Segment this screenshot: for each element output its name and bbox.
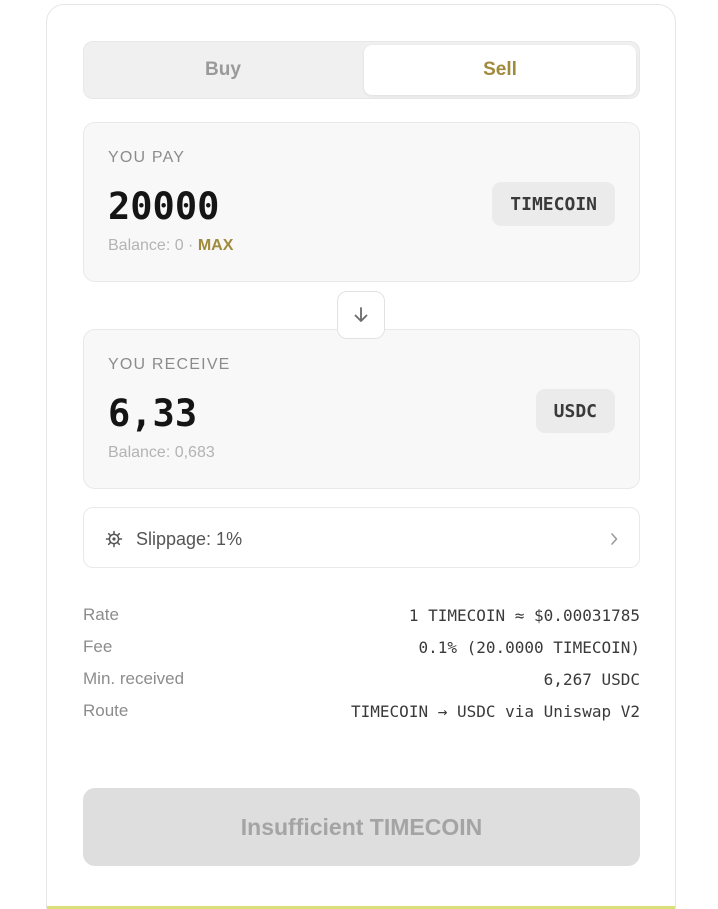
detail-value: TIMECOIN → USDC via Uniswap V2 bbox=[351, 702, 640, 721]
detail-value: 6,267 USDC bbox=[543, 670, 640, 689]
receive-token-selector[interactable]: USDC bbox=[535, 389, 615, 433]
pay-balance-text: Balance: 0 · bbox=[108, 237, 198, 254]
detail-key: Route bbox=[83, 701, 129, 720]
swap-card: Buy Sell YOU PAY 20000 TIMECOIN Balance:… bbox=[46, 4, 676, 909]
slippage-settings[interactable]: Slippage: 1% bbox=[83, 507, 640, 568]
detail-row-rate: Rate 1 TIMECOIN ≈ $0.00031785 bbox=[83, 603, 640, 635]
gear-icon bbox=[105, 530, 123, 548]
detail-row-fee: Fee 0.1% (20.0000 TIMECOIN) bbox=[83, 635, 640, 667]
detail-value: 1 TIMECOIN ≈ $0.00031785 bbox=[408, 606, 640, 625]
pay-balance: Balance: 0 · MAX bbox=[108, 237, 233, 255]
submit-swap-button[interactable]: Insufficient TIMECOIN bbox=[83, 788, 640, 866]
chevron-right-icon bbox=[611, 533, 618, 545]
slippage-label: Slippage: 1% bbox=[136, 529, 243, 549]
detail-value: 0.1% (20.0000 TIMECOIN) bbox=[418, 638, 640, 657]
detail-key: Min. received bbox=[83, 669, 185, 688]
arrow-down-icon bbox=[354, 307, 368, 322]
pay-label: YOU PAY bbox=[108, 149, 186, 166]
buy-sell-toggle: Buy Sell bbox=[83, 41, 640, 99]
detail-key: Fee bbox=[83, 637, 113, 656]
pay-panel: YOU PAY 20000 TIMECOIN Balance: 0 · MAX bbox=[83, 122, 640, 282]
pay-amount-input[interactable]: 20000 bbox=[108, 185, 219, 228]
detail-row-route: Route TIMECOIN → USDC via Uniswap V2 bbox=[83, 699, 640, 731]
receive-label: YOU RECEIVE bbox=[108, 356, 231, 373]
detail-key: Rate bbox=[83, 605, 119, 624]
max-button[interactable]: MAX bbox=[198, 237, 234, 254]
receive-amount: 6,33 bbox=[108, 392, 198, 435]
pay-token-selector[interactable]: TIMECOIN bbox=[492, 182, 615, 226]
tab-buy[interactable]: Buy bbox=[87, 45, 359, 95]
swap-details: Rate 1 TIMECOIN ≈ $0.00031785 Fee 0.1% (… bbox=[83, 603, 640, 731]
receive-panel: YOU RECEIVE 6,33 USDC Balance: 0,683 bbox=[83, 329, 640, 489]
swap-direction-button[interactable] bbox=[337, 291, 385, 339]
detail-row-min-received: Min. received 6,267 USDC bbox=[83, 667, 640, 699]
receive-balance: Balance: 0,683 bbox=[108, 444, 215, 461]
tab-sell[interactable]: Sell bbox=[364, 45, 636, 95]
